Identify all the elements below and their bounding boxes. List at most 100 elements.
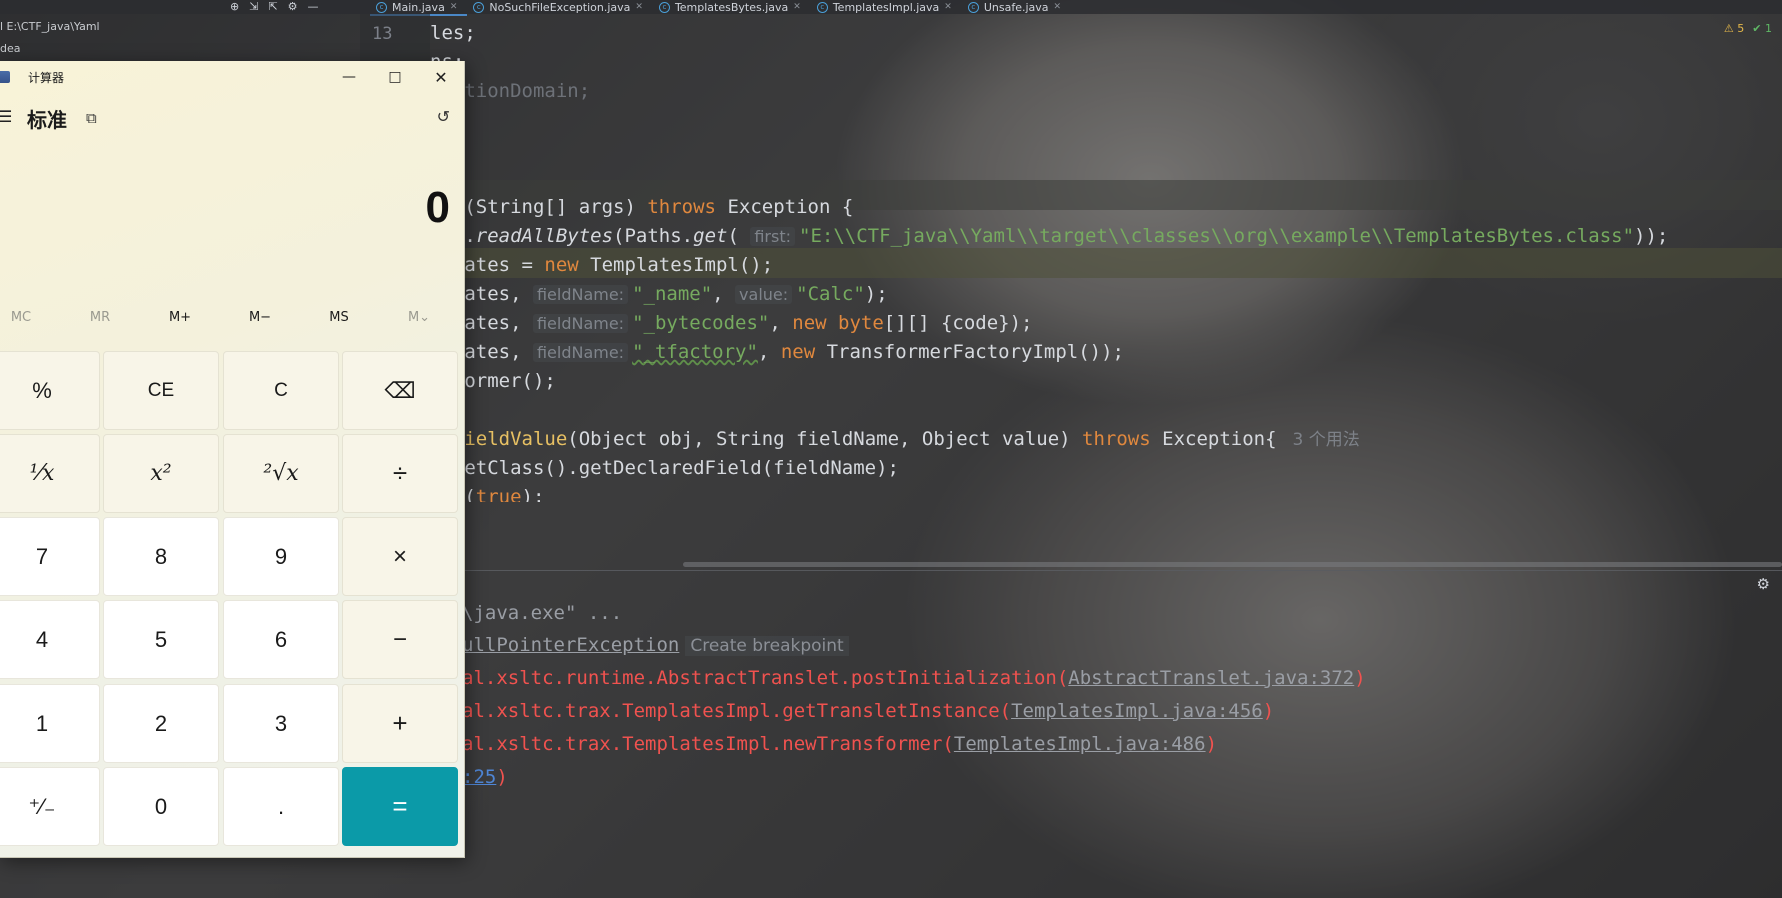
code-line: j.getClass().getDeclaredField(fieldName)… bbox=[430, 457, 899, 479]
plus-button[interactable]: + bbox=[342, 684, 458, 763]
exception-link[interactable]: ullPointerException bbox=[462, 634, 679, 656]
digit-7-button[interactable]: 7 bbox=[0, 517, 100, 596]
multiply-button[interactable]: × bbox=[342, 517, 458, 596]
memory-store-button[interactable]: MS bbox=[309, 310, 369, 325]
run-console-toolbar: ⚙ bbox=[430, 570, 1782, 599]
clear-entry-button[interactable]: CE bbox=[103, 351, 219, 430]
digit-3-button[interactable]: 3 bbox=[223, 684, 339, 763]
console-line: :25) bbox=[462, 766, 508, 788]
keep-on-top-icon[interactable]: ⧉ bbox=[86, 109, 97, 127]
editor-horizontal-scrollbar[interactable] bbox=[683, 562, 1782, 567]
parameter-hint: value: bbox=[735, 285, 793, 304]
tab-templatesbytes-java[interactable]: c TemplatesBytes.java ✕ bbox=[653, 0, 811, 14]
expand-icon[interactable]: ⇲ bbox=[249, 0, 258, 14]
gear-icon[interactable]: ⚙ bbox=[288, 0, 298, 14]
percent-button[interactable]: % bbox=[0, 351, 100, 430]
code-line: les.readAllBytes(Paths.get( first:"E:\\C… bbox=[430, 225, 1669, 247]
code-line: ain(String[] args) throws Exception { bbox=[430, 196, 854, 218]
digit-4-button[interactable]: 4 bbox=[0, 600, 100, 679]
calculator-window: 计算器 — □ ✕ ☰ 标准 ⧉ ↺ 0 MC MR M+ M− MS M⌄ %… bbox=[0, 61, 465, 858]
close-icon[interactable]: ✕ bbox=[1054, 2, 1062, 12]
square-root-button[interactable]: ²√x bbox=[223, 434, 339, 513]
tab-label: TemplatesImpl.java bbox=[832, 0, 940, 14]
minus-button[interactable]: − bbox=[342, 600, 458, 679]
minimize-panel-icon[interactable]: — bbox=[308, 0, 319, 14]
collapse-icon[interactable]: ⇱ bbox=[268, 0, 277, 14]
parameter-hint: first: bbox=[750, 227, 795, 246]
code-line: mplates, fieldName: "_tfactory", new Tran… bbox=[430, 341, 1124, 363]
stacktrace-link[interactable]: TemplatesImpl.java:486 bbox=[954, 733, 1206, 755]
console-line: al.xsltc.trax.TemplatesImpl.newTransform… bbox=[462, 733, 1218, 755]
digit-8-button[interactable]: 8 bbox=[103, 517, 219, 596]
calculator-header: ☰ 标准 ⧉ ↺ bbox=[0, 97, 464, 137]
history-icon[interactable]: ↺ bbox=[437, 107, 450, 126]
square-button[interactable]: x² bbox=[103, 434, 219, 513]
digit-5-button[interactable]: 5 bbox=[103, 600, 219, 679]
maximize-button[interactable]: □ bbox=[372, 61, 418, 93]
usages-hint: 3 个用法 bbox=[1292, 430, 1360, 450]
code-line: mplates, fieldName: "_bytecodes", new byt… bbox=[430, 312, 1033, 334]
stacktrace-link[interactable]: AbstractTranslet.java:372 bbox=[1068, 667, 1354, 689]
code-line: mplates, fieldName: "_name", value: "Calc"… bbox=[430, 283, 888, 305]
close-icon[interactable]: ✕ bbox=[635, 2, 643, 12]
menu-icon[interactable]: ☰ bbox=[0, 107, 12, 126]
divide-button[interactable]: ÷ bbox=[342, 434, 458, 513]
memory-recall-button[interactable]: MR bbox=[70, 310, 130, 325]
equals-button[interactable]: = bbox=[342, 767, 458, 846]
project-path[interactable]: l E:\CTF_java\Yaml bbox=[0, 20, 100, 33]
gear-icon[interactable]: ⚙ bbox=[1757, 575, 1770, 593]
decimal-button[interactable]: . bbox=[223, 767, 339, 846]
close-icon[interactable]: ✕ bbox=[944, 2, 952, 12]
tab-templatesimpl-java[interactable]: c TemplatesImpl.java ✕ bbox=[811, 0, 962, 14]
target-icon[interactable]: ⊕ bbox=[230, 0, 239, 14]
digit-9-button[interactable]: 9 bbox=[223, 517, 339, 596]
digit-1-button[interactable]: 1 bbox=[0, 684, 100, 763]
calculator-display: 0 bbox=[425, 183, 450, 232]
parameter-hint: fieldName: bbox=[532, 285, 629, 304]
tab-label: TemplatesBytes.java bbox=[674, 0, 789, 14]
parameter-hint: fieldName: bbox=[532, 343, 629, 362]
calculator-titlebar[interactable]: 计算器 — □ ✕ bbox=[0, 61, 464, 93]
tab-label: Main.java bbox=[392, 0, 445, 14]
java-class-icon: c bbox=[376, 1, 387, 13]
java-class-icon: c bbox=[658, 1, 670, 13]
stacktrace-link[interactable]: :25 bbox=[462, 766, 496, 788]
close-icon[interactable]: ✕ bbox=[450, 2, 458, 12]
digit-6-button[interactable]: 6 bbox=[223, 600, 339, 679]
java-class-icon: c bbox=[967, 1, 979, 13]
java-class-icon: c bbox=[816, 1, 828, 13]
minimize-button[interactable]: — bbox=[326, 61, 372, 93]
memory-list-button[interactable]: M⌄ bbox=[389, 310, 449, 325]
memory-clear-button[interactable]: MC bbox=[0, 310, 51, 325]
tab-unsafe-java[interactable]: c Unsafe.java ✕ bbox=[962, 0, 1071, 14]
code-line: etFieldValue(Object obj, String fieldNam… bbox=[430, 428, 1360, 450]
console-line: \java.exe" ... bbox=[462, 602, 623, 624]
tab-nosuchfileexception-java[interactable]: c NoSuchFileException.java ✕ bbox=[467, 0, 653, 14]
line-number: 13 bbox=[372, 24, 393, 44]
digit-2-button[interactable]: 2 bbox=[103, 684, 219, 763]
memory-subtract-button[interactable]: M− bbox=[230, 310, 290, 325]
ide-tab-bar: ⊕ ⇲ ⇱ ⚙ — c Main.java ✕ c NoSuchFileExce… bbox=[0, 0, 1782, 16]
stacktrace-link[interactable]: TemplatesImpl.java:456 bbox=[1011, 700, 1263, 722]
reciprocal-button[interactable]: ¹⁄x bbox=[0, 434, 100, 513]
backspace-button[interactable]: ⌫ bbox=[342, 351, 458, 430]
close-icon[interactable]: ✕ bbox=[793, 2, 801, 12]
memory-row: MC MR M+ M− MS M⌄ bbox=[0, 310, 464, 334]
create-breakpoint-link[interactable]: Create breakpoint bbox=[685, 636, 849, 656]
calculator-app-icon bbox=[0, 71, 10, 83]
code-line: les; bbox=[430, 22, 476, 44]
code-editor[interactable]: les; ns; tectionDomain; ain(String[] arg… bbox=[430, 14, 1782, 570]
clear-button[interactable]: C bbox=[223, 351, 339, 430]
java-class-icon: c bbox=[473, 1, 485, 13]
digit-0-button[interactable]: 0 bbox=[103, 767, 219, 846]
mode-title: 标准 bbox=[27, 108, 67, 132]
editor-tabs: c Main.java ✕ c NoSuchFileException.java… bbox=[370, 0, 1071, 16]
close-button[interactable]: ✕ bbox=[418, 61, 464, 93]
parameter-hint: fieldName: bbox=[532, 314, 629, 333]
project-idea-folder[interactable]: dea bbox=[0, 42, 21, 55]
console-line: al.xsltc.trax.TemplatesImpl.getTransletI… bbox=[462, 700, 1275, 722]
negate-button[interactable]: ⁺⁄₋ bbox=[0, 767, 100, 846]
memory-add-button[interactable]: M+ bbox=[150, 310, 210, 325]
console-line: ullPointerException Create breakpoint bbox=[462, 630, 849, 660]
code-line: mplates = new TemplatesImpl(); bbox=[430, 254, 774, 276]
